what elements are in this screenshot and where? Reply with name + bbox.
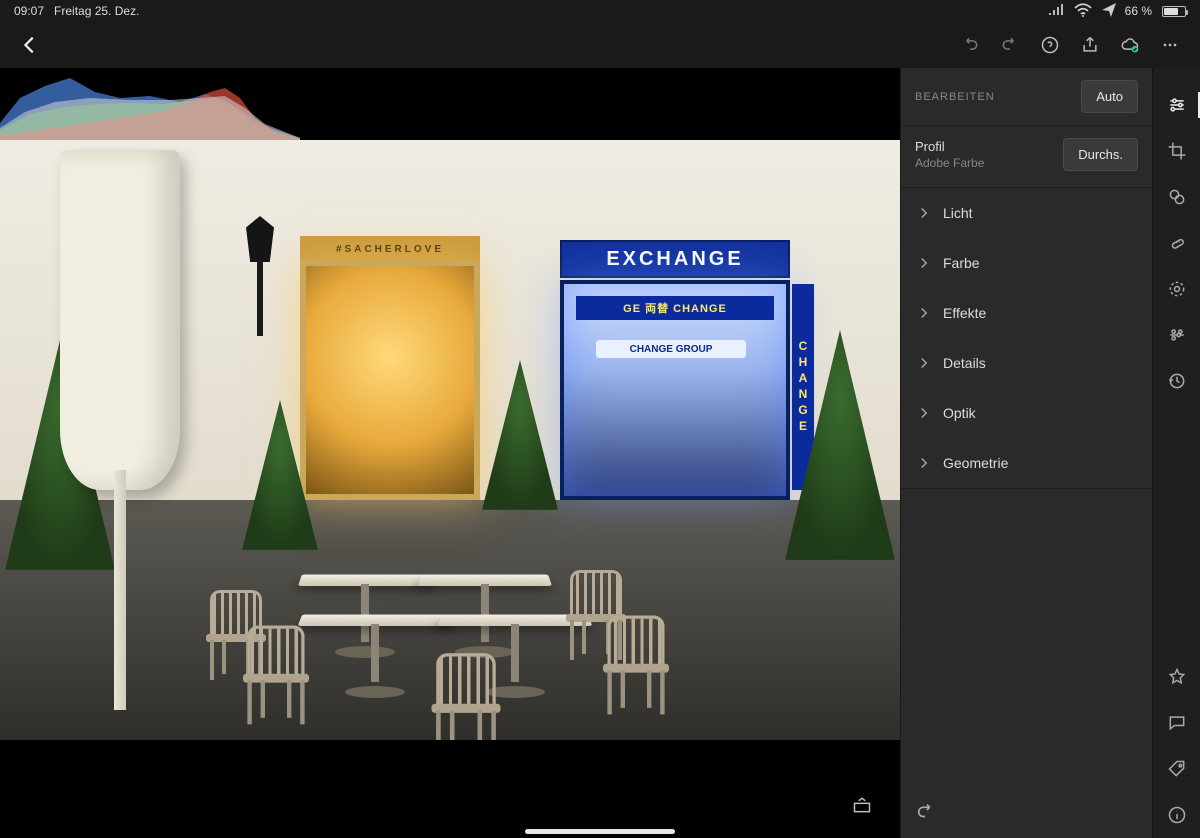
cloud-sync-button[interactable] (1110, 27, 1150, 63)
rate-star-button[interactable] (1153, 654, 1200, 700)
section-label: Farbe (943, 255, 980, 271)
section-label: Details (943, 355, 986, 371)
tool-edit-sliders[interactable] (1153, 82, 1200, 128)
scene-chair (596, 615, 675, 716)
panel-undo-button[interactable] (915, 800, 937, 827)
chevron-right-icon (915, 203, 933, 223)
comments-button[interactable] (1153, 700, 1200, 746)
wifi-icon (1073, 0, 1093, 23)
scene-chair (236, 625, 315, 726)
status-bar: 09:07 Freitag 25. Dez. 66 % (0, 0, 1200, 22)
photo-preview[interactable]: EXCHANGE GE 両替 CHANGE CHANGE GROUP CHANG… (0, 140, 900, 740)
scene-umbrella (60, 140, 180, 690)
profile-value: Adobe Farbe (915, 156, 984, 170)
section-details[interactable]: Details (901, 338, 1152, 388)
image-stage[interactable]: EXCHANGE GE 両替 CHANGE CHANGE GROUP CHANG… (0, 68, 900, 838)
cellular-signal-icon (1047, 0, 1067, 23)
chevron-right-icon (915, 453, 933, 473)
location-icon (1099, 0, 1119, 23)
section-optik[interactable]: Optik (901, 388, 1152, 438)
section-label: Effekte (943, 305, 986, 321)
tool-healing[interactable] (1153, 220, 1200, 266)
help-button[interactable] (1030, 27, 1070, 63)
section-licht[interactable]: Licht (901, 188, 1152, 238)
edit-panel: BEARBEITEN Auto Profil Adobe Farbe Durch… (900, 68, 1152, 838)
tool-rail (1152, 68, 1200, 838)
scene-exchange-inner: GE 両替 CHANGE (576, 296, 774, 320)
battery-icon (1158, 6, 1186, 17)
top-toolbar (0, 22, 1200, 68)
chevron-right-icon (915, 403, 933, 423)
tool-selective[interactable] (1153, 312, 1200, 358)
tool-crop[interactable] (1153, 128, 1200, 174)
edit-panel-title: BEARBEITEN (915, 91, 995, 103)
chevron-right-icon (915, 303, 933, 323)
scene-exchange-brand: CHANGE GROUP (596, 340, 746, 358)
filmstrip-toggle-button[interactable] (848, 794, 876, 816)
scene-chair (425, 653, 508, 740)
undo-button[interactable] (990, 27, 1030, 63)
battery-percent: 66 % (1125, 4, 1152, 18)
chevron-right-icon (915, 253, 933, 273)
tool-masking[interactable] (1153, 266, 1200, 312)
keywords-button[interactable] (1153, 746, 1200, 792)
tool-presets[interactable] (1153, 174, 1200, 220)
status-time: 09:07 (14, 4, 44, 18)
redo-button[interactable] (950, 27, 990, 63)
auto-button[interactable]: Auto (1081, 80, 1138, 113)
profile-label: Profil (915, 139, 984, 154)
section-effekte[interactable]: Effekte (901, 288, 1152, 338)
profile-browse-button[interactable]: Durchs. (1063, 138, 1138, 171)
section-geometrie[interactable]: Geometrie (901, 438, 1152, 488)
scene-cafe-sign: #SACHERLOVE (300, 236, 480, 262)
scene-exchange-sign: EXCHANGE (560, 240, 790, 278)
home-indicator[interactable] (525, 829, 675, 834)
section-label: Licht (943, 205, 973, 221)
chevron-right-icon (915, 353, 933, 373)
share-button[interactable] (1070, 27, 1110, 63)
section-label: Geometrie (943, 455, 1008, 471)
status-date: Freitag 25. Dez. (54, 4, 139, 18)
scene-lamp (246, 216, 274, 336)
more-button[interactable] (1150, 27, 1190, 63)
back-button[interactable] (10, 27, 50, 63)
section-label: Optik (943, 405, 976, 421)
info-button[interactable] (1153, 792, 1200, 838)
tool-versions[interactable] (1153, 358, 1200, 404)
histogram[interactable] (0, 68, 300, 140)
section-farbe[interactable]: Farbe (901, 238, 1152, 288)
